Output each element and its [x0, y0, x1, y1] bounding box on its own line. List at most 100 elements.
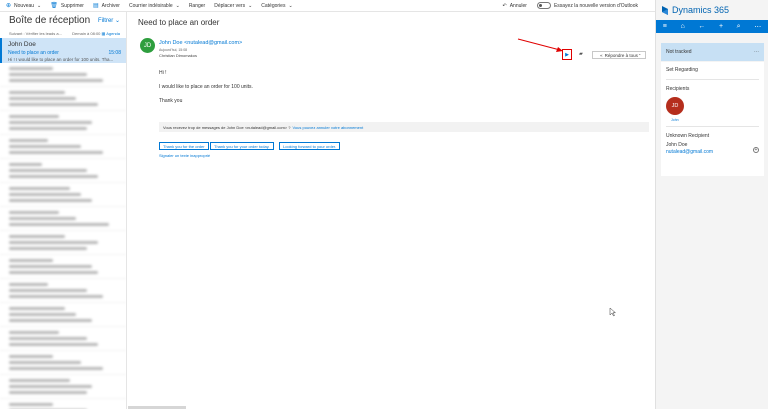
list-item-from: John Doe [8, 41, 36, 48]
list-item[interactable] [0, 375, 126, 399]
next-event-bar: Suivant : Vérifier les leads a... Demain… [0, 29, 126, 37]
undo-label: Annuler [509, 2, 527, 9]
command-bar: ⊕ Nouveau ⌄ 🗑 Supprimer ▤ Archiver Courrier … [0, 0, 768, 12]
tracking-status-label: Not tracked [666, 49, 692, 55]
unknown-recipient-name: John Doe [666, 142, 688, 148]
quick-reply-2[interactable]: Thank you for your order today. [210, 142, 274, 150]
body-greeting: Hi ! [159, 70, 167, 76]
archive-button[interactable]: ▤ Archiver [92, 2, 120, 10]
message-list: Boîte de réception Filtrer ⌄ Suivant : V… [0, 12, 127, 409]
undo-icon: ↶ [502, 2, 507, 9]
next-event-text: Suivant : Vérifier les leads a... [9, 30, 62, 36]
report-link[interactable]: Signaler un texte inapproprié [159, 153, 210, 158]
add-icon[interactable]: + [719, 23, 723, 30]
message-date: Aujourd'hui, 15:08 [159, 48, 188, 52]
junk-button[interactable]: Courrier indésirable ⌄ [129, 3, 180, 9]
set-regarding-label: Set Regarding [666, 67, 698, 73]
list-header: Boîte de réception Filtrer ⌄ [0, 12, 126, 29]
list-item[interactable] [0, 207, 126, 231]
add-contact-icon[interactable]: + [753, 147, 759, 153]
list-item-selected[interactable]: John Doe Need to place an order 15:08 Hi … [0, 38, 126, 63]
chevron-down-icon: ⌄ [175, 2, 180, 9]
body-line-2: Thank you [159, 98, 183, 104]
toolbar-right: ↶ Annuler Essayez la nouvelle version d'O… [503, 2, 638, 9]
search-icon[interactable]: ⌕ [737, 23, 741, 31]
notice-text: Vous recevez trop de messages de John Do… [163, 124, 291, 130]
filter-button[interactable]: Filtrer ⌄ [98, 17, 120, 24]
try-new-outlook[interactable]: Essayez la nouvelle version d'Outlook [536, 2, 638, 9]
list-item[interactable] [0, 399, 126, 409]
dynamics-logo-icon [662, 5, 668, 15]
reply-all-icon: « [600, 52, 603, 58]
message-subject: Need to place an order [138, 18, 220, 27]
list-item[interactable] [0, 255, 126, 279]
trash-icon: 🗑 [50, 3, 58, 9]
chevron-down-icon: ⌄ [248, 2, 253, 9]
dynamics-pane: Dynamics 365 ≡ ⌂ ← + ⌕ ⋯ Not tracked ⋯ S… [655, 0, 768, 409]
move-button[interactable]: Déplacer vers ⌄ [214, 3, 252, 9]
list-item-subject: Need to place an order [8, 50, 59, 56]
list-item[interactable] [0, 303, 126, 327]
junk-label: Courrier indésirable [128, 2, 173, 9]
agenda-link[interactable]: Agenda [106, 31, 120, 36]
list-item[interactable] [0, 183, 126, 207]
list-item[interactable] [0, 231, 126, 255]
body-line-1: I would like to place an order for 100 u… [159, 84, 253, 90]
dynamics-icon: ▶ [565, 51, 569, 58]
reading-pane: Need to place an order JD John Doe <nuta… [128, 12, 654, 409]
list-item[interactable] [0, 135, 126, 159]
archive-icon: ▤ [92, 3, 99, 9]
dynamics-details-card: Set Regarding Recipients JD John Unknown… [661, 62, 764, 176]
dynamics-header: Dynamics 365 [656, 0, 768, 20]
calendar-icon: ▦ [101, 30, 106, 36]
new-label: Nouveau [14, 2, 35, 9]
categories-label: Catégories [261, 2, 286, 9]
list-item[interactable] [0, 63, 126, 87]
reply-dropdown-icon[interactable]: ⌄ [638, 51, 641, 56]
list-item-preview: Hi ! I would like to place an order for … [8, 57, 114, 62]
more-icon[interactable]: ⋯ [754, 49, 759, 55]
home-icon[interactable]: ⌂ [681, 23, 685, 30]
set-regarding-row[interactable]: Set Regarding [661, 62, 764, 79]
delete-label: Supprimer [60, 2, 84, 9]
sender-name[interactable]: John Doe <nutalead@gmail.com> [159, 40, 242, 46]
menu-icon[interactable]: ≡ [663, 23, 667, 30]
list-item[interactable] [0, 87, 126, 111]
delete-button[interactable]: 🗑 Supprimer [50, 2, 84, 10]
sender-avatar[interactable]: JD [140, 38, 155, 53]
notice-link[interactable]: Vous pouvez annuler votre abonnement [292, 125, 363, 130]
undo-button[interactable]: ↶ Annuler [503, 3, 527, 9]
back-icon[interactable]: ← [698, 23, 705, 30]
list-item[interactable] [0, 159, 126, 183]
dynamics-addin-button[interactable]: ▶ [562, 49, 572, 60]
reply-all-label: Répondre à tous [604, 52, 638, 58]
chevron-down-icon: ⌄ [288, 2, 293, 9]
annotation-arrow-icon [517, 38, 563, 52]
archive-label: Archiver [101, 2, 120, 9]
next-event-time: Demain à 08:00 [72, 30, 101, 36]
list-item[interactable] [0, 111, 126, 135]
recipient-name[interactable]: John [671, 118, 759, 122]
list-item[interactable] [0, 351, 126, 375]
unknown-recipient-email[interactable]: nutalead@gmail.com [666, 149, 759, 155]
categories-button[interactable]: Catégories ⌄ [261, 3, 292, 9]
sweep-button[interactable]: Ranger [189, 3, 205, 9]
more-icon[interactable]: ⋯ [754, 23, 761, 31]
recipient-avatar[interactable]: JD [666, 97, 684, 115]
plus-circle-icon: ⊕ [6, 3, 12, 9]
move-label: Déplacer vers [214, 2, 246, 9]
list-item-time: 15:08 [108, 50, 121, 56]
chevron-down-icon: ⌄ [37, 2, 42, 9]
quick-reply-1[interactable]: Thank you for the order [159, 142, 209, 150]
quick-reply-3[interactable]: Looking forward to your order. [279, 142, 341, 150]
message-to[interactable]: Christian Dimomakos [159, 53, 197, 58]
dynamics-title: Dynamics 365 [672, 5, 730, 15]
tracking-status[interactable]: Not tracked ⋯ [661, 43, 764, 61]
unknown-recipient-title: Unknown Recipient [666, 133, 710, 139]
new-button[interactable]: ⊕ Nouveau ⌄ [6, 2, 42, 10]
sweep-label: Ranger [188, 2, 206, 9]
new-outlook-toggle[interactable] [536, 2, 551, 9]
list-item[interactable] [0, 327, 126, 351]
more-actions-icon[interactable]: ▰ [579, 51, 583, 57]
list-item[interactable] [0, 279, 126, 303]
